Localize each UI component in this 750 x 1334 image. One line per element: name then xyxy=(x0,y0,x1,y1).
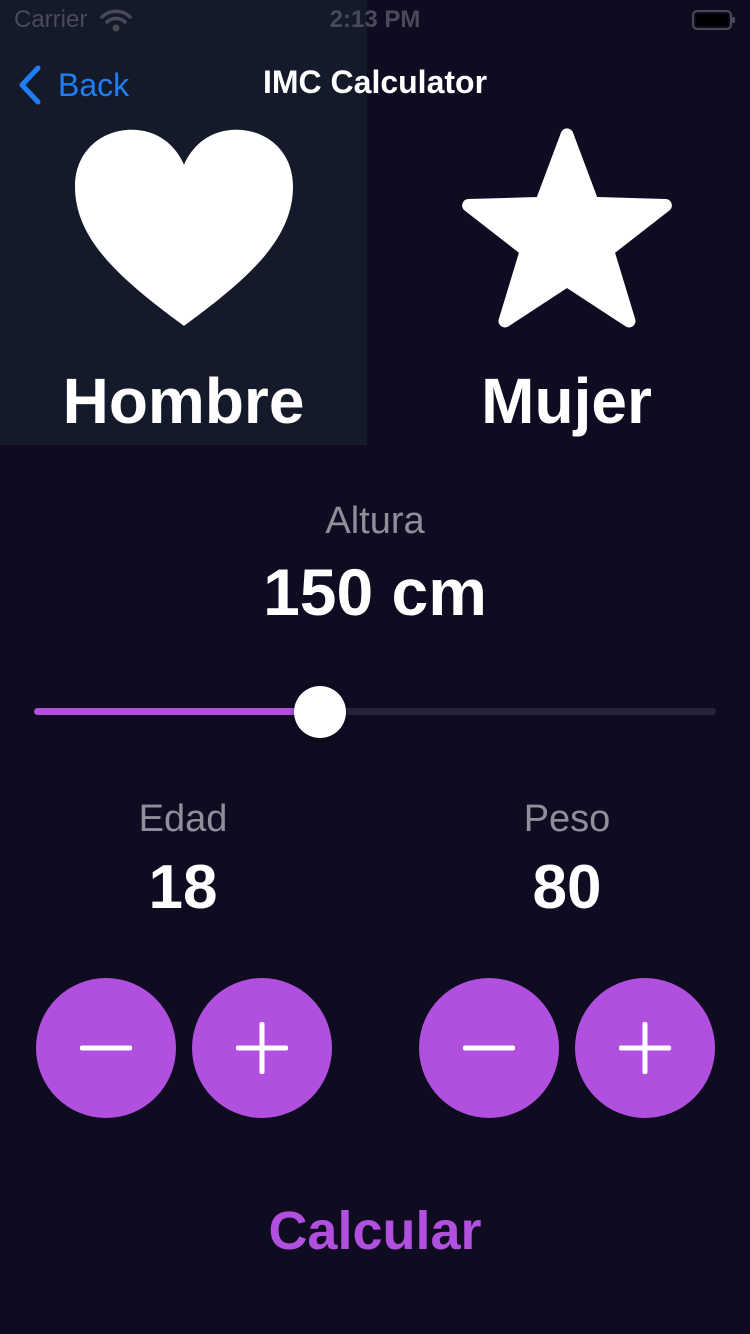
gender-card-male[interactable]: Hombre xyxy=(0,120,367,445)
height-slider[interactable] xyxy=(34,686,716,738)
calculate-button[interactable]: Calcular xyxy=(0,1200,750,1262)
slider-thumb[interactable] xyxy=(294,686,347,738)
gender-label-male: Hombre xyxy=(62,365,305,437)
minus-icon xyxy=(80,1045,132,1051)
status-time: 2:13 PM xyxy=(329,6,421,33)
page-title: IMC Calculator xyxy=(262,64,488,100)
age-value: 18 xyxy=(148,853,218,922)
gender-label-female: Mujer xyxy=(481,365,652,437)
plus-icon xyxy=(236,1022,288,1074)
star-icon xyxy=(461,128,672,328)
weight-decrement-button[interactable] xyxy=(419,978,559,1118)
minus-icon xyxy=(463,1045,515,1051)
weight-increment-button[interactable] xyxy=(575,978,715,1118)
height-label: Altura xyxy=(325,500,425,542)
status-bar: Carrier 2:13 PM xyxy=(0,0,750,40)
weight-label: Peso xyxy=(523,798,611,840)
age-increment-button[interactable] xyxy=(192,978,332,1118)
age-label: Edad xyxy=(138,798,228,840)
imc-calculator-screen: Carrier 2:13 PM Back IMC Calculator Homb… xyxy=(0,0,750,1334)
gender-card-female[interactable]: Mujer xyxy=(383,120,750,445)
height-value: 150 cm xyxy=(263,555,487,629)
battery-icon xyxy=(692,10,735,30)
slider-fill xyxy=(34,708,321,715)
heart-icon xyxy=(74,129,293,326)
plus-icon xyxy=(619,1022,671,1074)
age-decrement-button[interactable] xyxy=(36,978,176,1118)
weight-value: 80 xyxy=(532,853,602,922)
